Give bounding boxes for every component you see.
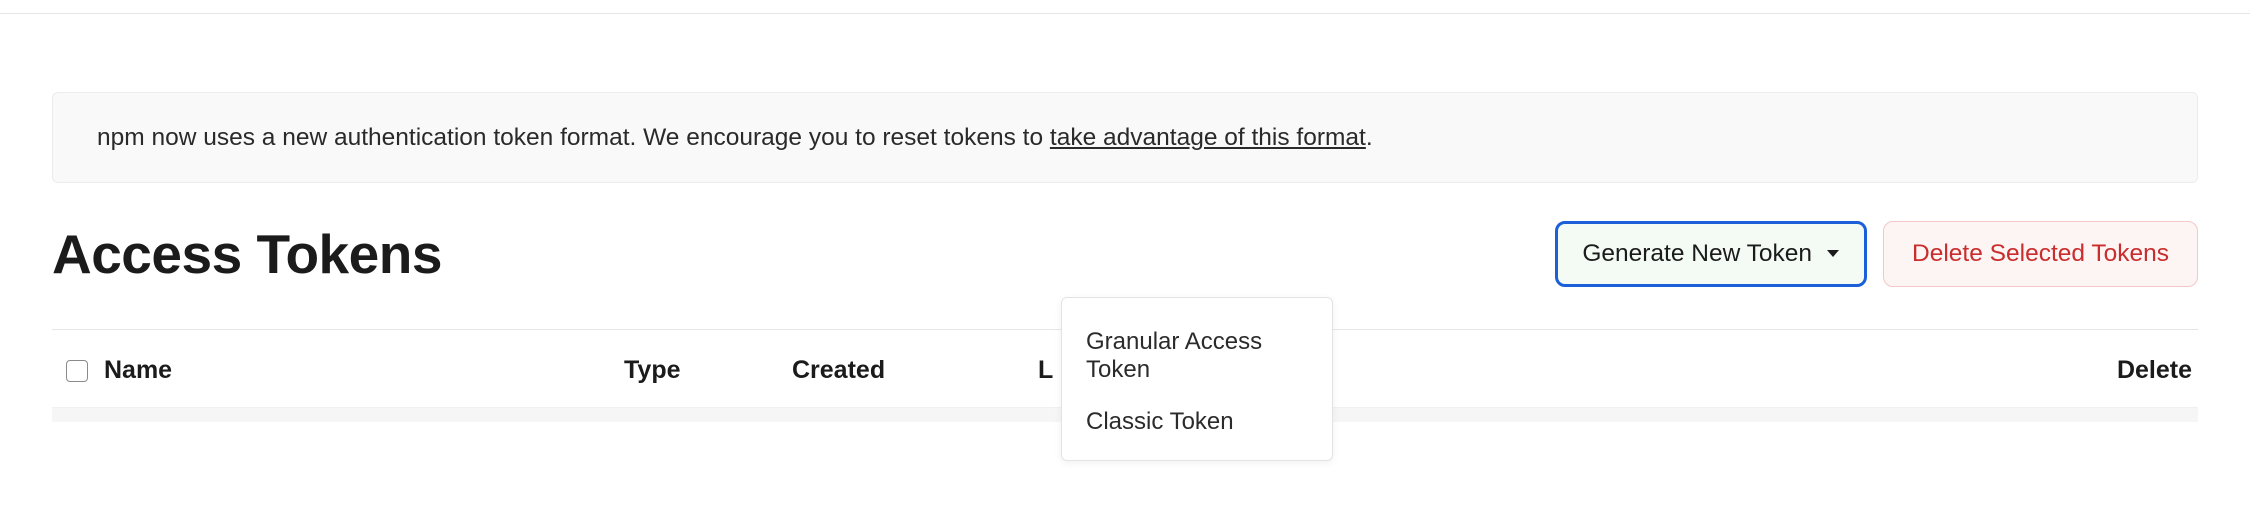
select-all-checkbox[interactable]: [66, 360, 88, 382]
column-checkbox: [52, 360, 104, 382]
generate-new-token-label: Generate New Token: [1582, 240, 1812, 268]
dropdown-item-granular[interactable]: Granular Access Token: [1062, 316, 1332, 396]
notice-suffix: .: [1366, 124, 1373, 151]
column-header-name: Name: [104, 356, 624, 385]
generate-token-dropdown: Granular Access Token Classic Token: [1061, 297, 1333, 461]
column-header-type: Type: [624, 356, 792, 385]
token-format-notice: npm now uses a new authentication token …: [52, 92, 2198, 183]
column-header-delete: Delete: [2117, 356, 2198, 385]
notice-link[interactable]: take advantage of this format: [1050, 124, 1366, 151]
column-header-created: Created: [792, 356, 1038, 385]
notice-prefix: npm now uses a new authentication token …: [97, 124, 1050, 151]
header-actions: Generate New Token Delete Selected Token…: [1555, 221, 2198, 287]
content-region: npm now uses a new authentication token …: [0, 92, 2250, 422]
topbar-divider: [0, 0, 2250, 14]
generate-new-token-button[interactable]: Generate New Token: [1555, 221, 1867, 287]
page-title: Access Tokens: [52, 222, 442, 286]
chevron-down-icon: [1826, 249, 1840, 259]
header-row: Access Tokens Generate New Token Delete …: [52, 221, 2198, 287]
dropdown-item-classic[interactable]: Classic Token: [1062, 396, 1332, 448]
delete-selected-tokens-button[interactable]: Delete Selected Tokens: [1883, 221, 2198, 287]
